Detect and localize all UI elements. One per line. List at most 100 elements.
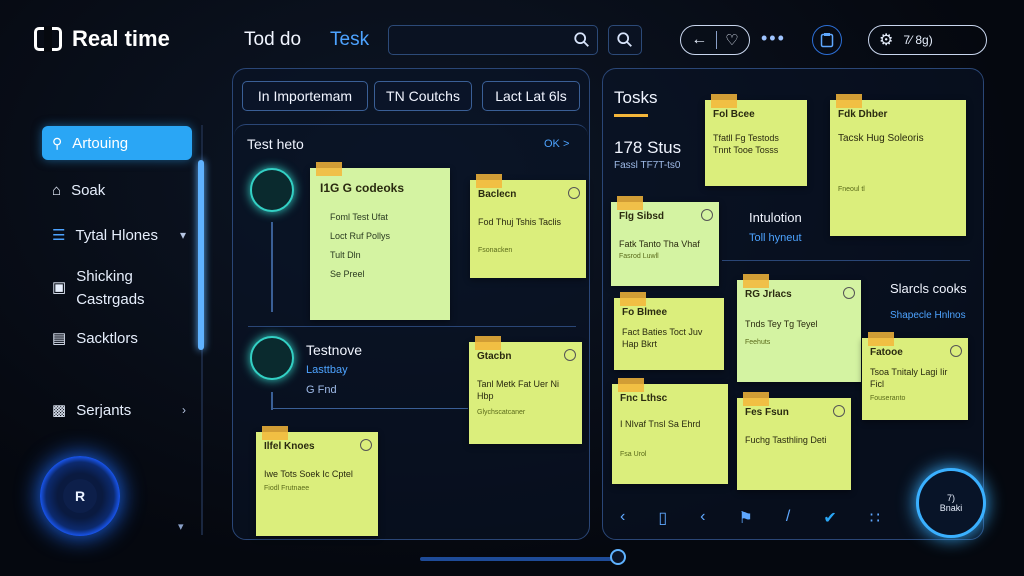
gallery-icon: ▣	[52, 279, 67, 297]
section-action-link[interactable]: OK >	[544, 138, 569, 150]
dial-knob[interactable]: R	[40, 456, 120, 536]
clipboard-button[interactable]	[812, 25, 842, 55]
note-text: Iwe Tots Soek Ic Cptel	[264, 468, 353, 479]
nav-todo-link[interactable]: Tod do	[244, 29, 301, 51]
chevron-left-icon[interactable]: ‹	[700, 508, 705, 528]
check-circle-icon[interactable]	[701, 209, 713, 221]
note-title: Ilfel Knoes	[264, 441, 315, 452]
tape-decoration	[476, 174, 502, 188]
dial-knob-right[interactable]: 7) Bnaki	[916, 468, 986, 538]
nav-task-link[interactable]: Tesk	[330, 29, 369, 51]
side-sub: Shapecle Hnlnos	[890, 310, 966, 321]
check-circle-icon[interactable]	[568, 187, 580, 199]
note-title: Flg Sibsd	[619, 211, 664, 222]
image-icon: ▩	[52, 402, 67, 419]
note-text: Tacsk Hug Soleoris	[838, 132, 924, 144]
document-icon: ▤	[52, 330, 67, 347]
edit-icon[interactable]: /	[786, 508, 790, 528]
sidebar-item-artouing[interactable]: ⚲ Artouing	[42, 126, 192, 160]
note-text: I NIvaf Tnsl Sa Ehrd	[620, 418, 701, 429]
note-baclecn[interactable]: Baclecn Fod Thuj Tshis Taclis Fsonacken	[470, 174, 586, 278]
task-note[interactable]: Fol Bcee Tfatll Fg Testods Tnnt Tooe Tos…	[705, 94, 807, 186]
note-text: Fact Baties Toct Juv Hap Bkrt	[622, 326, 703, 349]
tape-decoration	[618, 378, 644, 392]
grid-icon[interactable]: ∷	[870, 508, 880, 528]
clipboard-icon	[820, 33, 834, 48]
check-circle-icon[interactable]	[950, 345, 962, 357]
count-sub: Fassl TF7T-ts0	[614, 160, 681, 171]
search-button[interactable]	[608, 25, 642, 55]
task-note[interactable]: Fo Blmee Fact Baties Toct Juv Hap Bkrt	[614, 292, 724, 370]
info-sub[interactable]: Toll hyneut	[749, 232, 802, 244]
tab-importemam[interactable]: In Importemam	[242, 81, 368, 111]
chevron-down-icon[interactable]: ▾	[178, 520, 184, 533]
sidebar-item-serjants[interactable]: ▩ Serjants ›	[42, 401, 192, 420]
task-note[interactable]: Fes Fsun Fuchg Tasthling Deti	[737, 392, 851, 490]
note-text: Fod Thuj Tshis Taclis	[478, 216, 562, 227]
note-text: Tfatll Fg Testods Tnnt Tooe Tosss	[713, 132, 779, 155]
heart-icon[interactable]: ♡	[725, 31, 738, 49]
sidebar-item-label: Serjants	[76, 401, 132, 419]
task-note[interactable]: RG Jrlacs Tnds Tey Tg Teyel Feehuts	[737, 274, 861, 382]
group-sub: Lasttbay	[306, 364, 348, 376]
note-text: Fuchg Tasthling Deti	[745, 434, 827, 445]
section-title: Test heto	[247, 136, 304, 152]
task-note[interactable]: Fnc Lthsc I NIvaf Tnsl Sa Ehrd Fsa Urol	[612, 378, 728, 484]
note-ilfel[interactable]: Ilfel Knoes Iwe Tots Soek Ic Cptel Fiodl…	[256, 426, 378, 536]
check-circle-icon[interactable]	[360, 439, 372, 451]
more-options-icon[interactable]: •••	[761, 28, 786, 49]
note-title: Fnc Lthsc	[620, 393, 668, 404]
tape-decoration	[475, 336, 501, 350]
note-title: Fes Fsun	[745, 407, 789, 418]
group-avatar-icon	[250, 336, 294, 380]
group-sub: G Fnd	[306, 384, 337, 396]
back-arrow-icon[interactable]: ←	[691, 31, 707, 49]
app-logo[interactable]: Real time	[34, 26, 170, 52]
note-item: Tult Dln	[330, 249, 361, 260]
tab-coutchs[interactable]: TN Coutchs	[374, 81, 472, 111]
bracket-logo-icon	[34, 26, 62, 52]
check-badge-icon[interactable]: ✔	[823, 508, 836, 528]
tape-decoration	[868, 332, 894, 346]
task-note[interactable]: Fdk Dhber Tacsk Hug Soleoris Fneoul tl	[830, 94, 966, 236]
tape-decoration	[743, 274, 769, 288]
note-sub: Fsa Urol	[620, 450, 647, 458]
flag-icon[interactable]: ⚑	[739, 508, 753, 528]
task-note[interactable]: Fatooe Tsoa Tnitaly Lagi Iir Ficl Fouser…	[862, 332, 968, 420]
note-title: Fatooe	[870, 347, 903, 358]
note-gtacbn[interactable]: Gtacbn Tanl Metk Fat Uer Ni Hbp Glychsca…	[469, 336, 582, 444]
tab-lact[interactable]: Lact Lat 6ls	[482, 81, 580, 111]
check-circle-icon[interactable]	[833, 405, 845, 417]
sidebar-item-label: Artouing	[72, 134, 129, 152]
task-note[interactable]: Flg Sibsd Fatk Tanto Tha Vhaf Fasrod Luw…	[611, 196, 719, 286]
sidebar-item-sacktlors[interactable]: ▤ Sacktlors	[42, 329, 192, 348]
tape-decoration	[743, 392, 769, 406]
group-title: Testnove	[306, 342, 363, 358]
note-codeoks[interactable]: I1G G codeoks Foml Test Ufat Loct Ruf Po…	[310, 162, 450, 320]
check-circle-icon[interactable]	[564, 349, 576, 361]
sidebar-item-soak[interactable]: ⌂ Soak	[42, 182, 192, 199]
note-item: Se Preel	[330, 268, 365, 279]
status-pill[interactable]: ⚙ 7⁄ 8g)	[868, 25, 987, 55]
note-sub: Glychscatcaner	[477, 408, 526, 416]
sidebar-item-shicking[interactable]: ▣ Shicking Castrgads	[42, 266, 152, 311]
search-icon	[574, 32, 589, 47]
info-title: Intulotion	[749, 210, 802, 225]
search-input[interactable]	[388, 25, 598, 55]
note-sub: Fouseranto	[870, 394, 906, 402]
phone-icon[interactable]: ▯	[658, 508, 667, 528]
sidebar-item-tytal-hlones[interactable]: ☰ Tytal Hlones ▾	[42, 226, 192, 245]
sidebar-scrollbar[interactable]	[198, 160, 204, 350]
note-title: Fdk Dhber	[838, 109, 888, 120]
note-title: RG Jrlacs	[745, 289, 792, 300]
bottom-scrollbar[interactable]	[420, 557, 625, 561]
note-title: Baclecn	[478, 189, 517, 200]
note-item: Loct Ruf Pollys	[330, 231, 391, 242]
check-circle-icon[interactable]	[843, 287, 855, 299]
tape-decoration	[620, 292, 646, 306]
chevron-down-icon: ▾	[179, 228, 186, 242]
chevron-left-icon[interactable]: ‹	[620, 508, 625, 528]
scroll-knob[interactable]	[610, 549, 626, 565]
bottom-toolbar: ‹ ▯ ‹ ⚑ / ✔ ∷	[620, 508, 880, 528]
note-text: Tanl Metk Fat Uer Ni Hbp	[477, 378, 560, 401]
